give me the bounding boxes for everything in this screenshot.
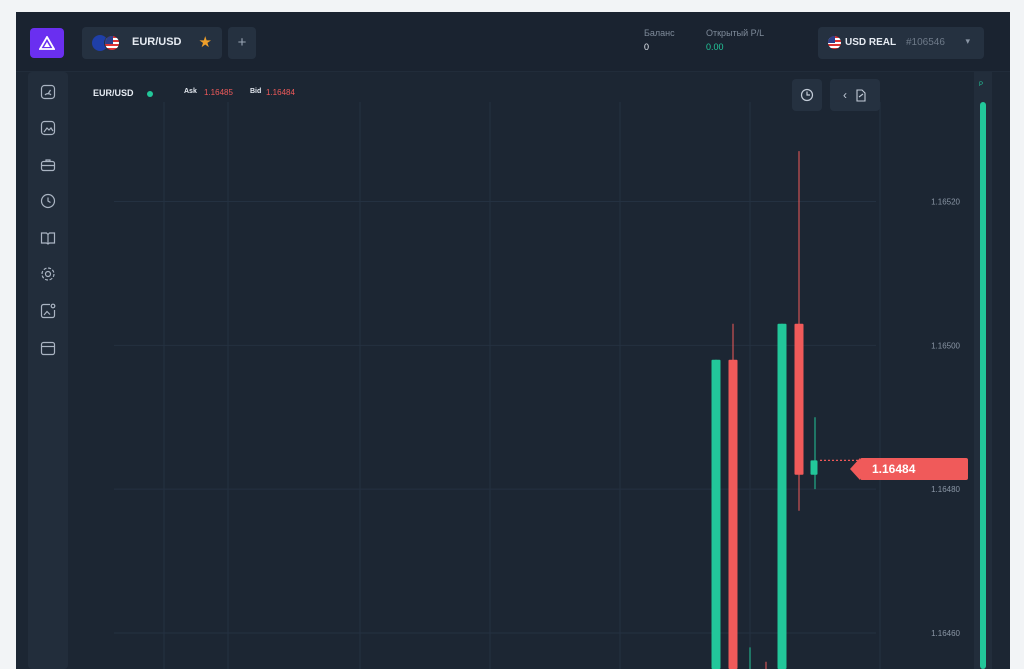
gauge-icon[interactable]	[38, 82, 58, 102]
rail-bar	[980, 102, 986, 669]
document-edit-icon	[856, 88, 866, 102]
star-icon[interactable]: ★	[199, 33, 212, 51]
app-frame: EUR/USD ★ + Баланс 0 Открытый P/L 0.00 U…	[16, 12, 1010, 669]
current-price-tag: 1.16484	[850, 458, 968, 480]
y-tick-label: 1.16500	[931, 341, 960, 350]
ask-label: Ask	[184, 88, 197, 95]
candle-body	[777, 323, 787, 669]
live-status-dot	[147, 91, 153, 97]
ask-value: 1.16485	[204, 88, 233, 97]
asset-tab-eurusd[interactable]: EUR/USD ★	[82, 27, 222, 59]
candle-body	[711, 359, 721, 669]
chevron-left-icon: ‹	[843, 88, 847, 102]
candlestick-chart: 1.16520 1.16500 1.16480 1.16460	[114, 102, 961, 669]
candle-body	[810, 460, 818, 475]
account-id: #106546	[906, 37, 945, 48]
briefcase-icon[interactable]	[38, 155, 58, 175]
logo[interactable]	[30, 28, 64, 58]
balance-stat: Баланс 0	[644, 28, 675, 52]
asset-tab-label: EUR/USD	[132, 36, 182, 48]
bid-label: Bid	[250, 88, 262, 95]
chart-tools-button[interactable]: ‹	[830, 79, 880, 111]
price-chart[interactable]: 1.16520 1.16500 1.16480 1.16460 EUR/USD Ask…	[70, 72, 976, 669]
account-selector[interactable]: USD REAL #106546 ▾	[818, 27, 984, 59]
settings-icon[interactable]	[38, 264, 58, 284]
y-tick-label: 1.16480	[931, 485, 960, 494]
account-name: USD REAL	[845, 37, 897, 48]
add-tab-button[interactable]: +	[228, 27, 256, 59]
sidebar	[28, 72, 68, 669]
clock-icon[interactable]	[38, 191, 58, 211]
clock-icon	[800, 88, 814, 102]
balance-value: 0	[644, 42, 650, 52]
y-tick-label: 1.16460	[931, 629, 960, 638]
chart-symbol: EUR/USD	[93, 88, 134, 98]
open-pl-stat: Открытый P/L 0.00	[706, 28, 764, 52]
balance-label: Баланс	[644, 28, 675, 38]
eur-usd-flag-icon	[92, 35, 124, 51]
logo-icon	[39, 36, 55, 50]
top-bar: EUR/USD ★ + Баланс 0 Открытый P/L 0.00 U…	[16, 12, 1010, 72]
add-image-icon[interactable]	[38, 301, 58, 321]
image-icon[interactable]	[38, 118, 58, 138]
usd-flag-icon	[828, 36, 841, 49]
candle-body	[794, 323, 804, 475]
open-pl-label: Открытый P/L	[706, 28, 765, 38]
chevron-down-icon: ▾	[965, 36, 970, 46]
y-tick-label: 1.16520	[931, 197, 960, 206]
volume-rail: P	[974, 72, 992, 669]
timeframe-button[interactable]	[792, 79, 822, 111]
bid-value: 1.16484	[266, 88, 295, 97]
open-pl-value: 0.00	[706, 42, 724, 52]
rail-label: P	[979, 82, 984, 88]
book-icon[interactable]	[38, 228, 58, 248]
calendar-icon[interactable]	[38, 338, 58, 358]
candle-body	[728, 359, 738, 669]
